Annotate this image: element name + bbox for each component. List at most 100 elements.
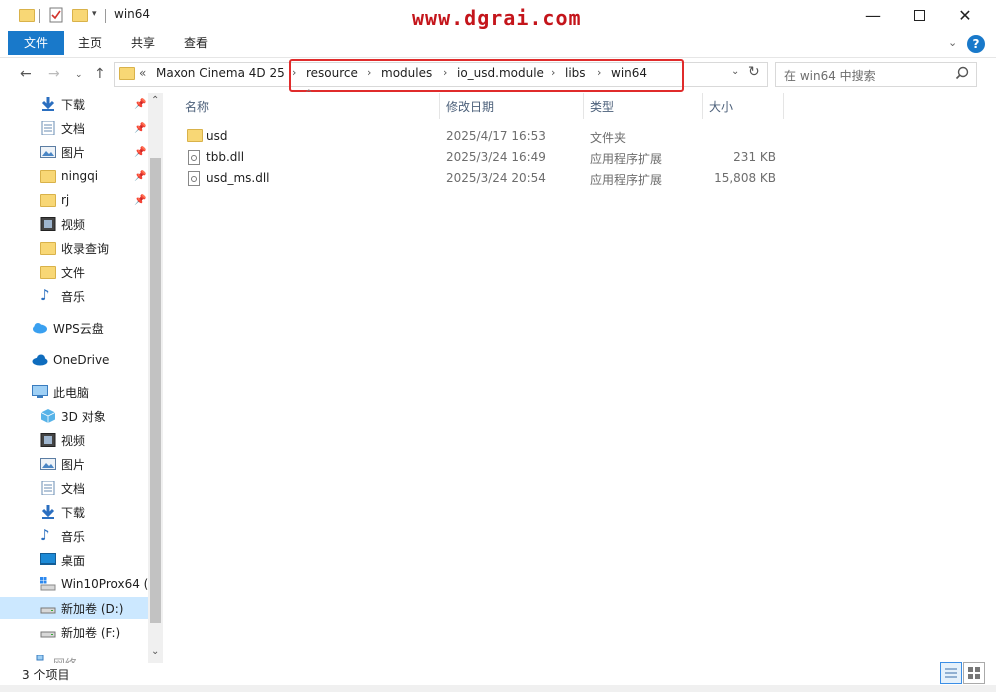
sidebar-item-drive-c[interactable]: Win10Prox64 (C xyxy=(0,573,157,595)
minimize-button[interactable]: — xyxy=(850,0,896,31)
scroll-up-icon[interactable]: ⌃ xyxy=(151,95,159,106)
sidebar-item-drive-d[interactable]: 新加卷 (D:) xyxy=(0,597,148,619)
separator xyxy=(105,9,106,23)
sidebar-item-wps-cloud[interactable]: WPS云盘 xyxy=(0,317,148,339)
tab-file[interactable]: 文件 xyxy=(8,31,65,55)
refresh-icon[interactable]: ↻ xyxy=(748,64,760,80)
address-dropdown-icon[interactable]: ⌄ xyxy=(731,66,739,77)
column-divider[interactable] xyxy=(583,93,584,119)
breadcrumb-maxon[interactable]: Maxon Cinema 4D 25 xyxy=(156,66,285,80)
separator xyxy=(39,9,40,23)
picture-icon xyxy=(40,457,56,471)
sidebar-item-3d-objects[interactable]: 3D 对象 xyxy=(0,405,148,427)
window-title: win64 xyxy=(114,7,151,21)
sidebar-item-network[interactable]: 网络 xyxy=(0,649,148,663)
column-header-size[interactable]: 大小 xyxy=(709,98,733,115)
pin-icon[interactable]: 📌 xyxy=(134,171,146,182)
folder-icon xyxy=(40,194,56,207)
sidebar-item-downloads[interactable]: 下载 📌 xyxy=(0,93,148,115)
status-bar xyxy=(0,663,996,685)
maximize-button[interactable] xyxy=(896,0,942,31)
tab-share[interactable]: 共享 xyxy=(115,31,171,55)
sidebar-item-pictures[interactable]: 图片 📌 xyxy=(0,141,148,163)
document-icon xyxy=(40,121,56,135)
search-icon[interactable] xyxy=(955,66,969,80)
table-row[interactable]: usd_ms.dll 2025/3/24 20:54 应用程序扩展 15,808… xyxy=(180,168,780,189)
sidebar-scroll-thumb[interactable] xyxy=(150,158,161,623)
sidebar-item-pc-downloads[interactable]: 下载 xyxy=(0,501,148,523)
tab-view[interactable]: 查看 xyxy=(168,31,224,55)
file-type: 应用程序扩展 xyxy=(590,173,663,187)
back-button[interactable]: ← xyxy=(20,66,32,82)
new-folder-icon[interactable] xyxy=(72,9,88,22)
item-count: 3 个项目 xyxy=(22,668,70,682)
path-highlight-box xyxy=(289,59,684,92)
navigation-pane: 下载 📌 文档 📌 图片 📌 ningqi 📌 rj 📌 视频 收录查询 文件 … xyxy=(0,93,164,663)
column-divider[interactable] xyxy=(783,93,784,119)
scroll-down-icon[interactable]: ⌄ xyxy=(151,646,159,657)
close-button[interactable]: ✕ xyxy=(942,0,988,31)
table-row[interactable]: tbb.dll 2025/3/24 16:49 应用程序扩展 231 KB xyxy=(180,147,780,168)
sidebar-item-shoulu[interactable]: 收录查询 xyxy=(0,237,148,259)
folder-icon xyxy=(40,242,56,255)
pin-icon[interactable]: 📌 xyxy=(134,195,146,206)
breadcrumb-overflow[interactable]: « xyxy=(139,66,146,80)
pin-icon[interactable]: 📌 xyxy=(134,99,146,110)
column-header-name[interactable]: 名称 xyxy=(185,98,209,115)
window-bottom-edge xyxy=(0,685,996,692)
picture-icon xyxy=(40,145,56,159)
file-name: usd xyxy=(206,129,228,143)
column-divider[interactable] xyxy=(702,93,703,119)
drive-icon xyxy=(40,625,56,639)
sidebar-item-this-pc[interactable]: 此电脑 xyxy=(0,381,148,403)
sidebar-item-documents[interactable]: 文档 📌 xyxy=(0,117,148,139)
computer-icon xyxy=(32,385,48,399)
sidebar-item-desktop[interactable]: 桌面 xyxy=(0,549,148,571)
pin-icon[interactable]: 📌 xyxy=(134,123,146,134)
forward-button[interactable]: → xyxy=(48,66,60,82)
sidebar-item-pc-music[interactable]: ♪ 音乐 xyxy=(0,525,148,547)
search-placeholder: 在 win64 中搜索 xyxy=(784,69,876,83)
sidebar-item-onedrive[interactable]: OneDrive xyxy=(0,349,148,371)
table-row[interactable]: usd 2025/4/17 16:53 文件夹 xyxy=(180,126,780,147)
sidebar-item-drive-f[interactable]: 新加卷 (F:) xyxy=(0,621,148,643)
file-type: 应用程序扩展 xyxy=(590,152,663,166)
file-size: 231 KB xyxy=(733,150,776,164)
folder-icon xyxy=(187,129,203,142)
sidebar-item-music[interactable]: ♪ 音乐 xyxy=(0,285,148,307)
sidebar-item-pc-documents[interactable]: 文档 xyxy=(0,477,148,499)
system-drive-icon xyxy=(40,577,56,591)
up-button[interactable]: ↑ xyxy=(94,66,106,82)
column-header-type[interactable]: 类型 xyxy=(590,98,614,115)
column-header-modified[interactable]: 修改日期 xyxy=(446,98,494,115)
sidebar-item-rj[interactable]: rj 📌 xyxy=(0,189,148,211)
properties-icon[interactable] xyxy=(49,7,63,23)
video-icon xyxy=(40,433,56,447)
sidebar-item-ningqi[interactable]: ningqi 📌 xyxy=(0,165,148,187)
file-modified: 2025/3/24 20:54 xyxy=(446,171,546,185)
drive-icon xyxy=(40,601,56,615)
watermark: www.dgrai.com xyxy=(412,6,582,30)
music-icon: ♪ xyxy=(40,526,50,544)
recent-locations-icon[interactable]: ⌄ xyxy=(75,70,83,80)
sidebar-item-videos[interactable]: 视频 xyxy=(0,213,148,235)
pin-icon[interactable]: 📌 xyxy=(134,147,146,158)
folder-icon xyxy=(19,9,35,22)
expand-ribbon-icon[interactable]: ⌄ xyxy=(948,36,957,49)
folder-icon xyxy=(40,170,56,183)
file-modified: 2025/4/17 16:53 xyxy=(446,129,546,143)
column-divider[interactable] xyxy=(439,93,440,119)
details-view-icon[interactable] xyxy=(940,662,962,684)
file-type: 文件夹 xyxy=(590,131,627,145)
customize-toolbar-icon[interactable]: ▾ xyxy=(92,9,97,19)
sidebar-item-pc-pictures[interactable]: 图片 xyxy=(0,453,148,475)
sidebar-item-wenjian[interactable]: 文件 xyxy=(0,261,148,283)
music-icon: ♪ xyxy=(40,286,50,304)
document-icon xyxy=(40,481,56,495)
download-icon xyxy=(40,97,56,111)
help-icon[interactable]: ? xyxy=(967,35,985,53)
large-icons-view-icon[interactable] xyxy=(963,662,985,684)
video-icon xyxy=(40,217,56,231)
tab-home[interactable]: 主页 xyxy=(62,31,118,55)
sidebar-item-pc-videos[interactable]: 视频 xyxy=(0,429,148,451)
